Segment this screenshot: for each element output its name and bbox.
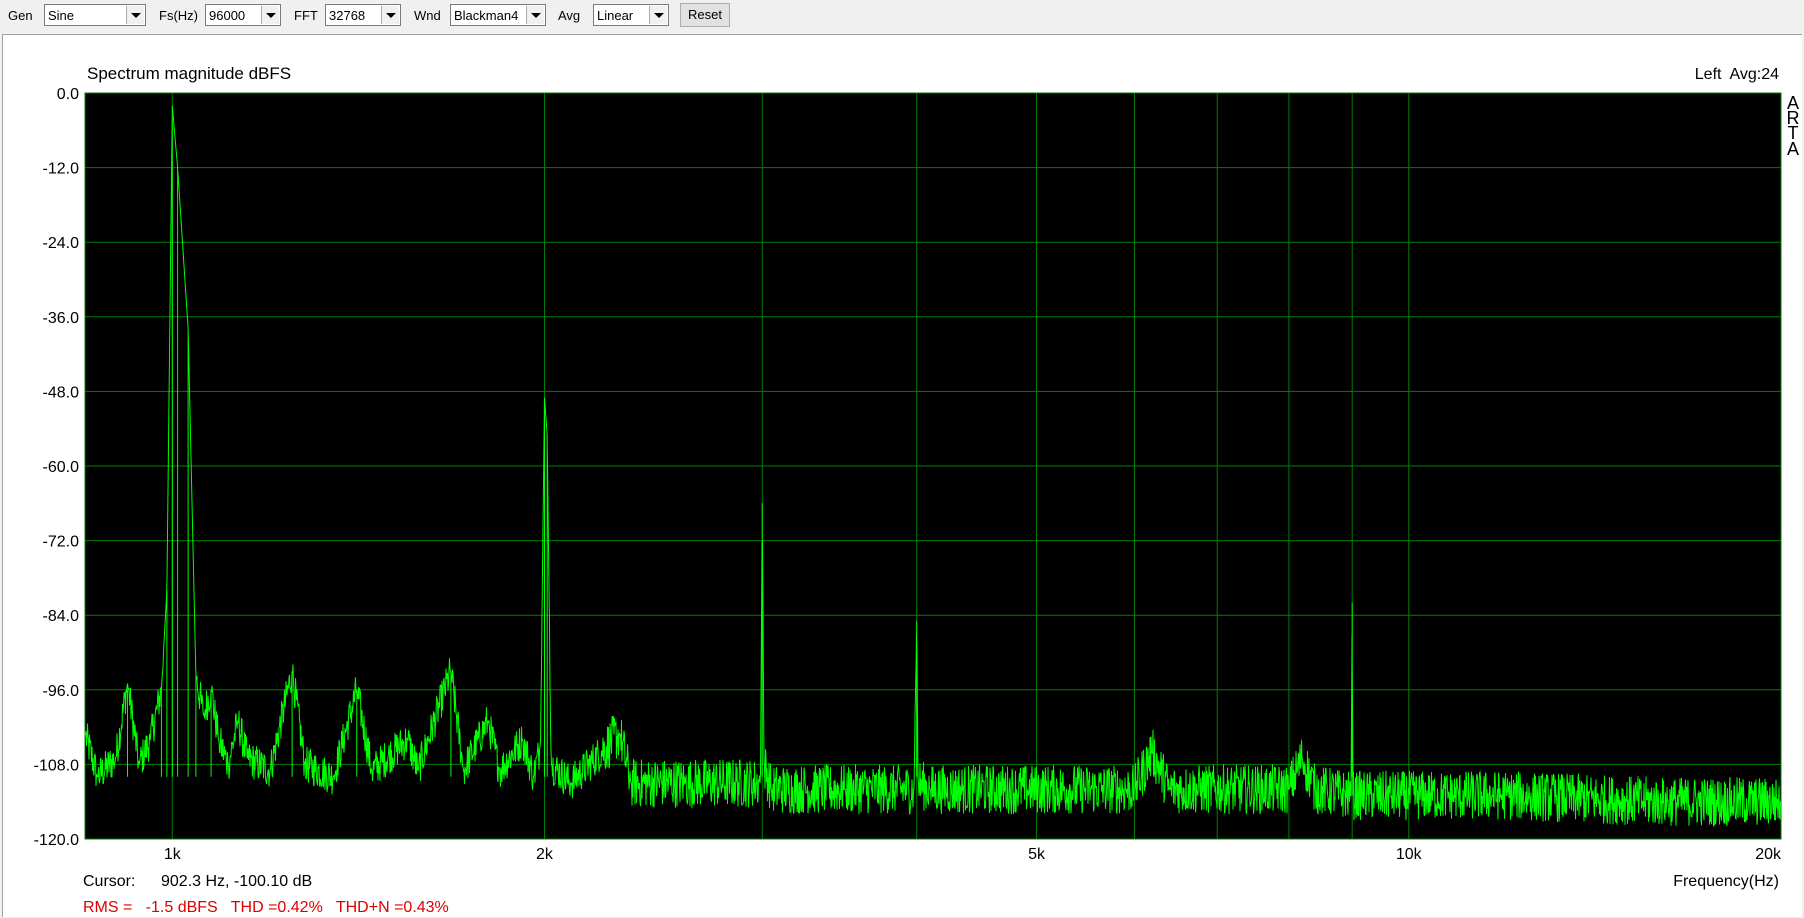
chevron-down-icon[interactable]	[261, 6, 279, 24]
sample-rate-select[interactable]: 96000	[205, 4, 281, 26]
chevron-down-icon[interactable]	[126, 6, 144, 24]
window-select[interactable]: Blackman4	[450, 4, 546, 26]
y-tick-label: -72.0	[43, 534, 80, 551]
y-tick-label: 0.0	[57, 86, 79, 103]
x-tick-label: 20k	[1755, 846, 1782, 863]
fft-label: FFT	[294, 8, 318, 23]
avg-label: Avg	[558, 8, 581, 23]
y-tick-label: -12.0	[43, 161, 80, 178]
arta-letter: A	[1787, 139, 1799, 159]
generator-value: Sine	[48, 8, 75, 23]
x-tick-label: 10k	[1396, 846, 1423, 863]
averaging-select[interactable]: Linear	[593, 4, 669, 26]
fs-label: Fs(Hz)	[159, 8, 198, 23]
fft-size-value: 32768	[329, 8, 366, 23]
sample-rate-value: 96000	[209, 8, 246, 23]
y-tick-label: -96.0	[43, 683, 80, 700]
x-axis-title: Frequency(Hz)	[1673, 873, 1779, 890]
fft-size-select[interactable]: 32768	[325, 4, 401, 26]
chevron-down-icon[interactable]	[649, 6, 667, 24]
channel-info: Left Avg:24	[1695, 66, 1779, 83]
toolbar: Gen Sine Fs(Hz) 96000 FFT 32768 Wnd Blac…	[0, 0, 1804, 32]
y-tick-label: -120.0	[34, 832, 79, 849]
measurement-readout: RMS = -1.5 dBFS THD =0.42% THD+N =0.43%	[83, 899, 449, 916]
x-tick-label: 5k	[1028, 846, 1046, 863]
y-tick-label: -36.0	[43, 310, 80, 327]
chart-title: Spectrum magnitude dBFS	[87, 64, 291, 83]
y-tick-label: -84.0	[43, 608, 80, 625]
cursor-readout: 902.3 Hz, -100.10 dB	[161, 873, 312, 890]
arta-logo: A R T A	[1787, 93, 1800, 159]
chevron-down-icon[interactable]	[381, 6, 399, 24]
y-axis-labels: 0.0 -12.0 -24.0 -36.0 -48.0 -60.0 -72.0 -84.0 -9…	[34, 86, 79, 849]
cursor-label: Cursor:	[83, 873, 135, 890]
generator-select[interactable]: Sine	[44, 4, 146, 26]
window-label: Wnd	[414, 8, 441, 23]
x-axis-labels: 1k 2k 5k 10k 20k	[164, 846, 1782, 863]
y-tick-label: -24.0	[43, 235, 80, 252]
y-tick-label: -48.0	[43, 384, 80, 401]
reset-button[interactable]: Reset	[680, 3, 730, 27]
averaging-value: Linear	[597, 8, 634, 23]
spectrum-panel: 0.0 -12.0 -24.0 -36.0 -48.0 -60.0 -72.0 -84.0 -9…	[2, 34, 1802, 917]
gen-label: Gen	[8, 8, 33, 23]
x-tick-label: 2k	[536, 846, 554, 863]
spectrum-chart[interactable]: 0.0 -12.0 -24.0 -36.0 -48.0 -60.0 -72.0 -84.0 -9…	[3, 35, 1803, 918]
y-tick-label: -60.0	[43, 459, 80, 476]
chevron-down-icon[interactable]	[526, 6, 544, 24]
window-value: Blackman4	[454, 8, 519, 23]
y-tick-label: -108.0	[34, 757, 79, 774]
x-tick-label: 1k	[164, 846, 182, 863]
